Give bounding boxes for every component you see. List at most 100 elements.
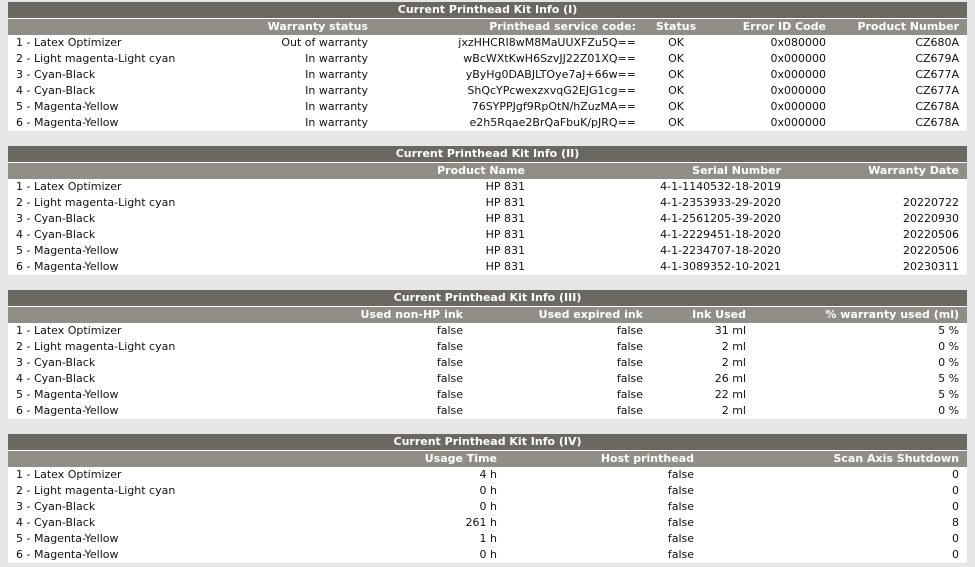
col-header-warranty-status: Warranty status: [203, 18, 376, 35]
product-name: HP 831: [203, 211, 533, 227]
table-row: 3 - Cyan-Black In warranty yByHg0DABJLTO…: [8, 67, 968, 83]
printhead-name: 2 - Light magenta-Light cyan: [8, 339, 203, 355]
kit-info-3-panel: Current Printhead Kit Info (III) Used no…: [8, 290, 968, 419]
used-expired-ink: false: [471, 387, 651, 403]
kit-info-1-panel: Current Printhead Kit Info (I) Warranty …: [8, 2, 968, 131]
printhead-name: 3 - Cyan-Black: [8, 211, 203, 227]
printhead-name: 6 - Magenta-Yellow: [8, 259, 203, 275]
usage-time: 261 h: [203, 515, 505, 531]
used-expired-ink: false: [471, 371, 651, 387]
printhead-name: 1 - Latex Optimizer: [8, 35, 203, 51]
printhead-name: 2 - Light magenta-Light cyan: [8, 195, 203, 211]
printhead-name: 6 - Magenta-Yellow: [8, 547, 203, 563]
printhead-name: 2 - Light magenta-Light cyan: [8, 483, 203, 499]
col-header-ink-used: Ink Used: [651, 306, 754, 323]
warranty-status: In warranty: [203, 83, 376, 99]
col-header-service-code: Printhead service code:: [376, 18, 644, 35]
printhead-name: 6 - Magenta-Yellow: [8, 115, 203, 131]
kit-info-4-title: Current Printhead Kit Info (IV): [8, 434, 968, 451]
col-header-product-name: Product Name: [203, 162, 533, 179]
warranty-status: In warranty: [203, 99, 376, 115]
warranty-status: In warranty: [203, 115, 376, 131]
error-id: 0x000000: [708, 67, 834, 83]
kit-info-1-table: Current Printhead Kit Info (I) Warranty …: [8, 2, 968, 131]
product-number: CZ677A: [834, 67, 968, 83]
table-row: 1 - Latex Optimizer false false 31 ml 5 …: [8, 323, 968, 339]
scan-axis-shutdown: 0: [702, 499, 968, 515]
printhead-name: 4 - Cyan-Black: [8, 227, 203, 243]
product-number: CZ680A: [834, 35, 968, 51]
warranty-used: 5 %: [754, 323, 968, 339]
col-header-status: Status: [644, 18, 708, 35]
table-row: 6 - Magenta-Yellow HP 831 4-1-3089352-10…: [8, 259, 967, 275]
table-row: 2 - Light magenta-Light cyan false false…: [8, 339, 968, 355]
used-non-hp-ink: false: [203, 339, 471, 355]
table-row: 6 - Magenta-Yellow 0 h false 0: [8, 547, 968, 563]
printhead-name: 5 - Magenta-Yellow: [8, 243, 203, 259]
product-name: HP 831: [203, 259, 533, 275]
table-row: 4 - Cyan-Black In warranty ShQcYPcwexzxv…: [8, 83, 968, 99]
warranty-date: 20230311: [789, 259, 967, 275]
error-id: 0x000000: [708, 83, 834, 99]
table-row: 6 - Magenta-Yellow In warranty e2h5Rqae2…: [8, 115, 968, 131]
col-header-blank: [8, 306, 203, 323]
ink-used: 2 ml: [651, 339, 754, 355]
used-expired-ink: false: [471, 339, 651, 355]
usage-time: 0 h: [203, 499, 505, 515]
col-header-blank: [8, 18, 203, 35]
error-id: 0x080000: [708, 35, 834, 51]
table-row: 4 - Cyan-Black 261 h false 8: [8, 515, 968, 531]
ink-used: 2 ml: [651, 355, 754, 371]
warranty-date: 20220506: [789, 227, 967, 243]
kit-info-4-table: Current Printhead Kit Info (IV) Usage Ti…: [8, 434, 968, 563]
table-row: 1 - Latex Optimizer 4 h false 0: [8, 467, 968, 483]
usage-time: 0 h: [203, 483, 505, 499]
product-number: CZ679A: [834, 51, 968, 67]
printhead-name: 6 - Magenta-Yellow: [8, 403, 203, 419]
product-number: CZ678A: [834, 115, 968, 131]
usage-time: 0 h: [203, 547, 505, 563]
scan-axis-shutdown: 0: [702, 547, 968, 563]
host-printhead: false: [505, 547, 702, 563]
used-expired-ink: false: [471, 355, 651, 371]
used-non-hp-ink: false: [203, 355, 471, 371]
scan-axis-shutdown: 0: [702, 483, 968, 499]
status: OK: [644, 115, 708, 131]
printhead-name: 3 - Cyan-Black: [8, 355, 203, 371]
kit-info-2-table: Current Printhead Kit Info (II) Product …: [8, 146, 967, 275]
serial-number: 4-1-2353933-29-2020: [533, 195, 789, 211]
warranty-date: 20220930: [789, 211, 967, 227]
col-header-used-non-hp-ink: Used non-HP ink: [203, 306, 471, 323]
warranty-date: [789, 179, 967, 195]
table-row: 5 - Magenta-Yellow 1 h false 0: [8, 531, 968, 547]
error-id: 0x000000: [708, 99, 834, 115]
scan-axis-shutdown: 8: [702, 515, 968, 531]
status: OK: [644, 51, 708, 67]
host-printhead: false: [505, 515, 702, 531]
table-row: 4 - Cyan-Black HP 831 4-1-2229451-18-202…: [8, 227, 967, 243]
table-row: 3 - Cyan-Black 0 h false 0: [8, 499, 968, 515]
table-row: 1 - Latex Optimizer Out of warranty jxzH…: [8, 35, 968, 51]
printhead-name: 3 - Cyan-Black: [8, 67, 203, 83]
kit-info-2-panel: Current Printhead Kit Info (II) Product …: [8, 146, 967, 275]
table-row: 2 - Light magenta-Light cyan In warranty…: [8, 51, 968, 67]
serial-number: 4-1-2561205-39-2020: [533, 211, 789, 227]
kit-info-3-title: Current Printhead Kit Info (III): [8, 290, 968, 307]
host-printhead: false: [505, 483, 702, 499]
status: OK: [644, 99, 708, 115]
printhead-name: 5 - Magenta-Yellow: [8, 531, 203, 547]
host-printhead: false: [505, 531, 702, 547]
table-row: 4 - Cyan-Black false false 26 ml 5 %: [8, 371, 968, 387]
printhead-name: 4 - Cyan-Black: [8, 515, 203, 531]
service-code: ShQcYPcwexzxvqG2EJG1cg==: [376, 83, 644, 99]
service-code: yByHg0DABJLTOye7aJ+66w==: [376, 67, 644, 83]
warranty-status: In warranty: [203, 67, 376, 83]
warranty-status: Out of warranty: [203, 35, 376, 51]
service-code: 76SYPPJgf9RpOtN/hZuzMA==: [376, 99, 644, 115]
table-row: 2 - Light magenta-Light cyan 0 h false 0: [8, 483, 968, 499]
used-non-hp-ink: false: [203, 323, 471, 339]
col-header-usage-time: Usage Time: [203, 450, 505, 467]
product-name: HP 831: [203, 195, 533, 211]
col-header-serial-number: Serial Number: [533, 162, 789, 179]
table-row: 2 - Light magenta-Light cyan HP 831 4-1-…: [8, 195, 967, 211]
